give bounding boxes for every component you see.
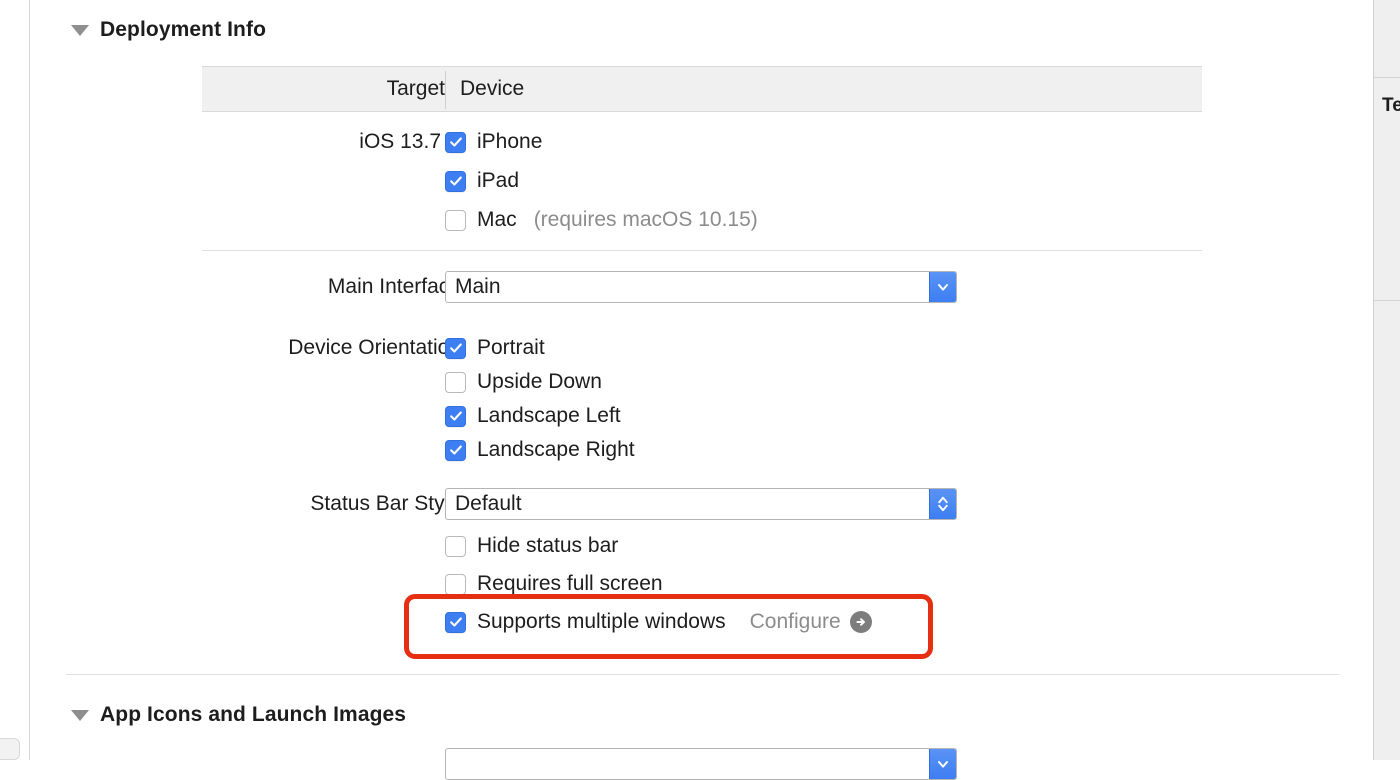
checkbox-row-upside-down[interactable]: Upside Down	[445, 370, 602, 394]
checkbox-row-landscape-left[interactable]: Landscape Left	[445, 404, 621, 428]
checkbox-label-ipad: iPad	[477, 169, 520, 192]
checkbox-label-landscape-right: Landscape Right	[477, 438, 635, 461]
main-interface-value: Main	[455, 275, 501, 298]
deployment-target-version-label: iOS 13.7	[359, 130, 441, 153]
checkbox-requires-full-screen[interactable]	[445, 573, 466, 595]
label-device-orientation: Device Orientation	[288, 336, 461, 359]
inspector-toolbar-strip	[1374, 0, 1400, 78]
deployment-info-editor: Deployment Info Target Device iOS 13.7 i…	[31, 0, 1373, 780]
section-header-deployment-info[interactable]: Deployment Info	[71, 18, 266, 42]
left-panel-corner-widget[interactable]	[0, 738, 20, 760]
checkbox-row-ipad[interactable]: iPad	[445, 169, 519, 193]
checkbox-landscape-left[interactable]	[445, 405, 466, 427]
checkbox-iphone[interactable]	[445, 131, 466, 153]
checkbox-portrait[interactable]	[445, 337, 466, 359]
checkbox-label-mac: Mac	[477, 208, 517, 231]
checkbox-row-landscape-right[interactable]: Landscape Right	[445, 438, 635, 462]
column-header-device: Device	[460, 77, 525, 100]
checkbox-hide-status-bar[interactable]	[445, 535, 466, 557]
checkbox-label-hide-status-bar: Hide status bar	[477, 534, 619, 557]
triangle-down-icon[interactable]	[71, 709, 89, 721]
checkbox-label-portrait: Portrait	[477, 336, 545, 359]
section-title-app-icons: App Icons and Launch Images	[100, 703, 407, 726]
chevron-down-icon[interactable]	[929, 272, 956, 302]
checkbox-label-upside-down: Upside Down	[477, 370, 602, 393]
section-separator-app-icons	[66, 674, 1339, 675]
configure-link[interactable]: Configure	[750, 610, 872, 634]
column-header-target: Target	[386, 77, 445, 100]
checkbox-row-mac[interactable]: Mac (requires macOS 10.15)	[445, 208, 758, 232]
inspector-divider	[1374, 300, 1400, 301]
deployment-table-header: Target Device	[202, 66, 1202, 112]
checkbox-landscape-right[interactable]	[445, 439, 466, 461]
checkbox-row-supports-multiple-windows[interactable]: Supports multiple windows Configure	[445, 610, 872, 634]
status-bar-style-popup[interactable]: Default	[445, 488, 957, 520]
section-separator-devices	[202, 250, 1202, 251]
configure-label: Configure	[749, 610, 841, 633]
checkbox-row-requires-full-screen[interactable]: Requires full screen	[445, 572, 663, 596]
checkbox-mac[interactable]	[445, 209, 466, 231]
checkbox-label-supports-multiple-windows: Supports multiple windows	[477, 610, 726, 633]
checkbox-upside-down[interactable]	[445, 371, 466, 393]
checkbox-label-requires-full-screen: Requires full screen	[477, 572, 663, 595]
chevron-up-down-icon[interactable]	[929, 489, 956, 519]
section-header-app-icons[interactable]: App Icons and Launch Images	[71, 703, 406, 727]
checkbox-row-portrait[interactable]: Portrait	[445, 336, 545, 360]
triangle-down-icon[interactable]	[71, 24, 89, 36]
checkbox-row-hide-status-bar[interactable]: Hide status bar	[445, 534, 618, 558]
arrow-right-circle-icon[interactable]	[849, 611, 872, 633]
column-divider	[445, 71, 446, 109]
left-panel-divider	[0, 0, 30, 760]
checkbox-row-iphone[interactable]: iPhone	[445, 130, 542, 154]
label-main-interface: Main Interface	[327, 275, 461, 298]
checkbox-label-landscape-left: Landscape Left	[477, 404, 621, 427]
app-icons-source-combobox[interactable]	[445, 748, 957, 780]
right-inspector-panel: Te	[1373, 0, 1400, 760]
label-status-bar-style: Status Bar Style	[310, 492, 461, 515]
chevron-down-icon[interactable]	[929, 749, 956, 779]
checkbox-ipad[interactable]	[445, 170, 466, 192]
main-interface-combobox[interactable]: Main	[445, 271, 957, 303]
checkbox-note-mac: (requires macOS 10.15)	[533, 208, 758, 231]
status-bar-style-value: Default	[455, 492, 522, 515]
inspector-section-heading: Te	[1382, 95, 1400, 116]
checkbox-label-iphone: iPhone	[477, 130, 543, 153]
section-title-deployment-info: Deployment Info	[100, 18, 267, 41]
checkbox-supports-multiple-windows[interactable]	[445, 611, 466, 633]
